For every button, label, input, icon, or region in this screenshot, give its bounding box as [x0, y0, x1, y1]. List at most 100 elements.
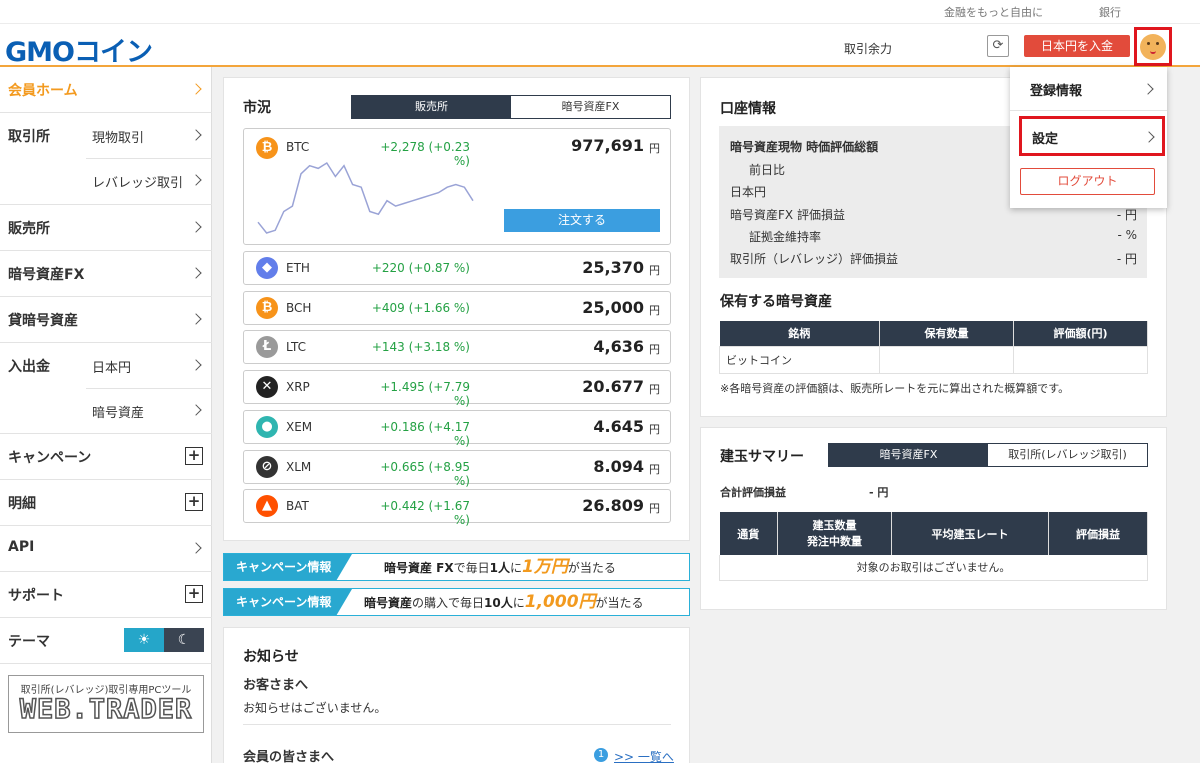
- chevron-right-icon: [190, 542, 202, 554]
- campaign-banner-purchase[interactable]: キャンペーン情報 暗号資産の購入で毎日10人に1,000円が当たる: [223, 588, 690, 616]
- coin-price: 8.094: [593, 456, 644, 476]
- coin-row-xrp[interactable]: ✕ XRP +1.495 (+7.79 %) 20.677 円: [243, 370, 671, 408]
- tagline-link[interactable]: 金融をもっと自由に: [944, 4, 1043, 20]
- coin-row-eth[interactable]: ◆ ETH +220 (+0.87 %) 25,370 円: [243, 251, 671, 285]
- coin-price: 25,370: [582, 258, 644, 277]
- coin-unit: 円: [649, 383, 660, 397]
- coin-row-bat[interactable]: ▲ BAT +0.442 (+1.67 %) 26.809 円: [243, 489, 671, 527]
- ethereum-icon: ◆: [256, 257, 278, 279]
- chevron-right-icon: [190, 129, 202, 141]
- holdings-table: 銘柄 保有数量 評価額(円) ビットコイン: [719, 321, 1148, 374]
- avatar-icon: [1140, 33, 1166, 60]
- sidebar-item-crypto[interactable]: 暗号資産: [92, 402, 144, 421]
- coin-price: 25,000: [582, 297, 644, 317]
- column-header: 保有数量: [879, 321, 1014, 346]
- menu-item-registration[interactable]: 登録情報: [1010, 67, 1167, 111]
- coin-symbol: BAT: [286, 499, 309, 514]
- user-menu-button[interactable]: [1134, 27, 1172, 66]
- column-header: 通貨: [719, 512, 778, 555]
- gmo-coin-logo[interactable]: GMOコイン: [5, 30, 153, 69]
- moon-icon[interactable]: ☾: [164, 628, 204, 652]
- column-header: 平均建玉レート: [891, 512, 1049, 555]
- sidebar-item-details[interactable]: 明細 +: [0, 480, 212, 526]
- coin-row-xlm[interactable]: ⊘ XLM +0.665 (+8.95 %) 8.094 円: [243, 449, 671, 488]
- empty-message: 対象のお取引はございません。: [719, 555, 1148, 581]
- sidebar-group-deposit: 入出金 日本円 暗号資産: [0, 343, 212, 434]
- panel-title: 市況: [243, 100, 271, 116]
- column-header: 銘柄: [719, 321, 880, 346]
- divider: [86, 388, 212, 389]
- account-row-value: - 円: [1116, 252, 1137, 266]
- sidebar-item-leverage[interactable]: レバレッジ取引: [92, 172, 183, 191]
- tab-crypto-fx[interactable]: 暗号資産FX: [511, 96, 670, 118]
- refresh-icon[interactable]: ⟳: [987, 35, 1009, 57]
- campaign-text: 暗号資産の購入で毎日10人に1,000円が当たる: [364, 592, 644, 612]
- table-row[interactable]: ビットコイン: [719, 345, 1148, 374]
- sidebar-item-api[interactable]: API: [0, 526, 212, 572]
- positions-panel: 建玉サマリー 暗号資産FX 取引所(レバレッジ取引) 合計評価損益 - 円 通貨…: [700, 427, 1167, 610]
- theme-toggle[interactable]: ☀ ☾: [124, 628, 204, 652]
- tab-crypto-fx[interactable]: 暗号資産FX: [829, 444, 988, 466]
- coin-row-bch[interactable]: ₿ BCH +409 (+1.66 %) 25,000 円: [243, 290, 671, 325]
- panel-title: 口座情報: [720, 101, 776, 117]
- coin-symbol: XLM: [286, 459, 312, 474]
- chevron-right-icon: [190, 404, 202, 416]
- tab-exchange-leverage[interactable]: 取引所(レバレッジ取引): [988, 444, 1147, 466]
- sidebar-item-campaign[interactable]: キャンペーン +: [0, 434, 212, 480]
- coin-price: 4,636: [593, 337, 644, 357]
- btc-sparkline: [257, 161, 474, 234]
- coin-unit: 円: [649, 422, 660, 436]
- sun-icon[interactable]: ☀: [124, 628, 164, 652]
- expand-icon[interactable]: +: [185, 585, 203, 603]
- account-row-label: 証拠金維持率: [749, 230, 822, 244]
- coin-unit: 円: [649, 142, 660, 155]
- sidebar-item-jpy[interactable]: 日本円: [92, 357, 131, 376]
- header: GMOコイン 取引余力 ⟳ 日本円を入金: [0, 24, 1200, 69]
- guest-heading: お客さまへ: [243, 678, 309, 693]
- coin-unit: 円: [649, 343, 660, 357]
- total-pl-label: 合計評価損益: [720, 486, 786, 499]
- deposit-jpy-button[interactable]: 日本円を入金: [1024, 35, 1130, 57]
- column-header: 建玉数量 発注中数量: [777, 512, 892, 555]
- account-row-label: 取引所（レバレッジ）評価損益: [730, 252, 899, 266]
- coin-change: +0.665 (+8.95 %): [380, 459, 470, 488]
- chevron-right-icon: [190, 313, 202, 325]
- market-panel: 市況 販売所 暗号資産FX ₿ BTC +2,278 (+0.23 %) 977…: [223, 77, 690, 541]
- campaign-banner-fx[interactable]: キャンペーン情報 暗号資産 FXで毎日1人に1万円が当たる: [223, 553, 690, 581]
- sidebar-item-home[interactable]: 会員ホーム: [0, 67, 212, 113]
- coin-symbol: BCH: [286, 300, 312, 315]
- coin-price: 4.645: [593, 416, 644, 436]
- bank-link[interactable]: 銀行: [1099, 4, 1121, 20]
- sidebar-item-sales[interactable]: 販売所: [0, 205, 212, 251]
- webtrader-banner[interactable]: 取引所(レバレッジ)取引専用PCツール WEB.TRADER: [8, 675, 204, 733]
- coin-price: 20.677: [582, 377, 644, 397]
- sidebar-item-lending[interactable]: 貸暗号資産: [0, 297, 212, 343]
- litecoin-icon: Ł: [256, 336, 278, 359]
- table-cell: [879, 345, 1014, 374]
- menu-item-settings[interactable]: 設定: [1019, 116, 1165, 156]
- sidebar-item-theme: テーマ ☀ ☾: [0, 618, 212, 664]
- bitcoin-icon: ₿: [256, 137, 278, 159]
- expand-icon[interactable]: +: [185, 493, 203, 511]
- sidebar-item-support[interactable]: サポート +: [0, 572, 212, 618]
- coin-row-ltc[interactable]: Ł LTC +143 (+3.18 %) 4,636 円: [243, 330, 671, 365]
- tab-sales[interactable]: 販売所: [352, 96, 511, 118]
- coin-card-btc[interactable]: ₿ BTC +2,278 (+0.23 %) 977,691 円 注文する: [243, 128, 671, 245]
- sidebar-item-crypto-fx[interactable]: 暗号資産FX: [0, 251, 212, 297]
- coin-row-xem[interactable]: ● XEM +0.186 (+4.17 %) 4.645 円: [243, 409, 671, 448]
- coin-change: +220 (+0.87 %): [371, 261, 470, 275]
- order-button[interactable]: 注文する: [504, 209, 660, 232]
- column-header: 評価損益: [1048, 512, 1148, 555]
- news-list-link[interactable]: >> 一覧へ: [614, 748, 674, 763]
- sidebar-item-spot[interactable]: 現物取引: [92, 127, 144, 146]
- expand-icon[interactable]: +: [185, 447, 203, 465]
- panel-title: お知らせ: [243, 649, 299, 665]
- bat-icon: ▲: [256, 495, 278, 518]
- divider: [243, 724, 671, 725]
- logout-button[interactable]: ログアウト: [1020, 168, 1155, 195]
- top-bar: 金融をもっと自由に 銀行: [0, 0, 1200, 24]
- panel-title: 建玉サマリー: [720, 449, 804, 465]
- xrp-icon: ✕: [256, 376, 278, 399]
- sidebar: 会員ホーム 取引所 現物取引 レバレッジ取引 販売所 暗号資産FX 貸暗号資産 …: [0, 67, 212, 763]
- stellar-icon: ⊘: [256, 455, 278, 478]
